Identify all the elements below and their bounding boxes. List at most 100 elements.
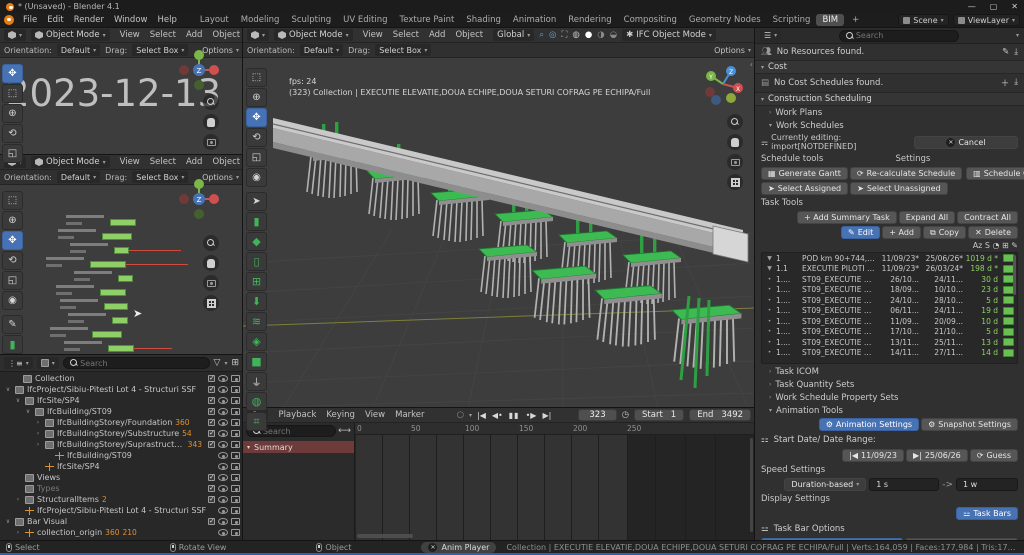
task-name[interactable]: ST09_EXECUTIE PIL... xyxy=(802,327,875,336)
delete-task-button[interactable]: ✕Delete xyxy=(968,226,1018,239)
pause-button[interactable]: ▮▮ xyxy=(509,411,520,420)
expand-arrow-icon[interactable]: ∨ xyxy=(24,408,32,415)
current-frame-field[interactable]: 323 xyxy=(578,409,616,421)
task-name[interactable]: ST09_EXECUTIE PIL... xyxy=(802,275,875,284)
task-icom-row[interactable]: ›Task ICOM xyxy=(755,365,1024,378)
task-row[interactable]: ▼ 1 POD km 90+744,L=320.... 11/09/23* 25… xyxy=(762,253,1017,264)
shading-material-icon[interactable]: ◑ xyxy=(597,30,604,40)
work-schedules-row[interactable]: ▾Work Schedules xyxy=(755,119,1024,132)
mode-dropdown[interactable]: Object Mode▾ xyxy=(31,156,110,168)
options-dropdown[interactable]: Options▾ xyxy=(714,46,751,55)
next-keyframe-button[interactable]: •▶ xyxy=(526,411,537,420)
summary-channel[interactable]: ▾Summary xyxy=(243,441,354,453)
task-name[interactable]: ST09_EXECUTIE PIL... xyxy=(802,306,875,315)
task-name[interactable]: ST09_EXECUTIE PIL... xyxy=(802,348,875,357)
selectability-checkbox-icon[interactable] xyxy=(208,397,215,404)
navigation-gizmo[interactable]: Z xyxy=(177,48,221,92)
hide-eye-icon[interactable] xyxy=(218,452,228,459)
workspace-tab[interactable]: Modeling xyxy=(235,14,286,26)
outliner-item-label[interactable]: Views xyxy=(37,473,60,482)
outliner-row[interactable]: Collection xyxy=(0,373,243,384)
task-bar-color-icon[interactable] xyxy=(1003,338,1014,346)
move-tool-icon[interactable]: ✥ xyxy=(2,64,23,83)
selectability-checkbox-icon[interactable] xyxy=(208,408,215,415)
speed-mode-dropdown[interactable]: Duration-based▾ xyxy=(784,478,866,491)
workspace-tab[interactable]: Shading xyxy=(460,14,507,26)
expand-arrow-icon[interactable]: › xyxy=(34,441,42,448)
bim-stair-tool-icon[interactable]: ◈ xyxy=(246,332,267,351)
orientation-value[interactable]: Default▾ xyxy=(300,44,343,56)
task-row[interactable]: • 1.... ST09_EXECUTIE PIL... 26/10... 24… xyxy=(762,274,1017,285)
viewport-menu-item[interactable]: Object xyxy=(207,156,243,168)
outliner-row[interactable]: IfcBuilding/ST09 xyxy=(0,450,243,461)
task-expand-icon[interactable]: • xyxy=(765,297,774,304)
task-expand-icon[interactable]: • xyxy=(765,349,774,356)
hide-eye-icon[interactable] xyxy=(218,518,228,525)
hide-eye-icon[interactable] xyxy=(218,529,228,536)
task-row[interactable]: • 1.... ST09_EXECUTIE PIL... 06/11... 24… xyxy=(762,306,1017,317)
hide-eye-icon[interactable] xyxy=(218,419,228,426)
select-assigned-button[interactable]: ➤Select Assigned xyxy=(761,182,848,195)
outliner-row[interactable]: ∨ Bar Visual xyxy=(0,516,243,527)
pan-icon[interactable] xyxy=(203,114,219,130)
grid-view-icon[interactable] xyxy=(727,174,743,190)
expand-arrow-icon[interactable]: › xyxy=(34,419,42,426)
outliner-row[interactable]: › IfcBuildingStorey/Substructure 54 xyxy=(0,428,243,439)
schedule-columns-button[interactable]: ▥Schedule Columns xyxy=(966,167,1024,180)
render-camera-icon[interactable] xyxy=(231,408,240,415)
selectability-checkbox-icon[interactable] xyxy=(208,441,215,448)
import-icon[interactable]: ⤓ xyxy=(1014,77,1018,89)
workspace-tab[interactable]: Compositing xyxy=(618,14,683,26)
bim-roof-tool-icon[interactable]: ■ xyxy=(246,352,267,371)
pan-icon[interactable] xyxy=(203,255,219,271)
task-row[interactable]: • 1.... ST09_EXECUTIE PIL... 11/09... 20… xyxy=(762,316,1017,327)
annotate-tool-icon[interactable]: ➤ xyxy=(246,192,267,211)
task-quantity-sets-row[interactable]: ›Task Quantity Sets xyxy=(755,378,1024,391)
ws-property-sets-row[interactable]: ›Work Schedule Property Sets xyxy=(755,391,1024,404)
stop-icon[interactable]: ✕ xyxy=(428,543,437,552)
camera-view-icon[interactable] xyxy=(203,134,219,150)
task-expand-icon[interactable]: • xyxy=(765,339,774,346)
task-row[interactable]: ▼ 1.1 EXECUTIE PILOTI 168 ... 11/09/23* … xyxy=(762,264,1017,275)
jump-to-start-button[interactable]: |◀ xyxy=(477,411,486,420)
viewport-menu-item[interactable]: Select xyxy=(388,29,424,41)
viewport-menu-item[interactable]: View xyxy=(115,29,145,41)
workspace-tab[interactable]: Sculpting xyxy=(285,14,337,26)
animation-settings-button[interactable]: ⚙Animation Settings xyxy=(819,418,919,431)
selectability-checkbox-icon[interactable] xyxy=(208,419,215,426)
close-button[interactable]: ✕ xyxy=(1011,2,1018,11)
bim-door-tool-icon[interactable]: ▯ xyxy=(246,252,267,271)
workspace-tab[interactable]: Layout xyxy=(194,14,235,26)
pan-icon[interactable] xyxy=(727,134,743,150)
viewlayer-selector[interactable]: ViewLayer▾ xyxy=(953,14,1020,26)
mode-dropdown[interactable]: Object Mode▾ xyxy=(31,29,110,41)
render-camera-icon[interactable] xyxy=(231,485,240,492)
viewport-menu-item[interactable]: Add xyxy=(181,156,207,168)
viewport-menu-item[interactable]: Object xyxy=(207,29,243,41)
outliner-row[interactable]: IfcProject/Sibiu-Pitesti Lot 4 - Structu… xyxy=(0,505,243,516)
task-list-scrollbar[interactable] xyxy=(1013,255,1016,295)
outliner-item-label[interactable]: IfcProject/Sibiu-Pitesti Lot 4 - Structu… xyxy=(37,506,206,515)
outliner-row[interactable]: ∨ IfcSite/SP4 xyxy=(0,395,243,406)
outliner-item-label[interactable]: Bar Visual xyxy=(27,517,67,526)
anim-player-indicator[interactable]: ✕Anim Player xyxy=(421,542,496,553)
bim-grid-tool-icon[interactable]: ⌗ xyxy=(246,412,267,431)
viewport-menu-item[interactable]: Select xyxy=(145,29,181,41)
outliner-item-label[interactable]: IfcBuilding/ST09 xyxy=(67,451,132,460)
speed-to-field[interactable]: 1 w xyxy=(956,478,1018,491)
recalculate-schedule-button[interactable]: ⟳Re-calculate Schedule xyxy=(850,167,962,180)
filter-expand-icon[interactable]: ⟷ xyxy=(338,426,351,436)
select-unassigned-button[interactable]: ➤Select Unassigned xyxy=(850,182,947,195)
menu-item[interactable]: Render xyxy=(69,14,109,26)
outliner-row[interactable]: › IfcBuildingStorey/Suprastructure 343 xyxy=(0,439,243,450)
expand-arrow-icon[interactable]: ∨ xyxy=(14,397,22,404)
outliner-row[interactable]: ∨ IfcProject/Sibiu-Pitesti Lot 4 - Struc… xyxy=(0,384,243,395)
snapshot-settings-button[interactable]: ⚙Snapshot Settings xyxy=(921,418,1018,431)
cursor-tool-icon[interactable]: ⊕ xyxy=(246,88,267,107)
viewport-menu-item[interactable]: View xyxy=(358,29,388,41)
add-workspace-button[interactable]: + xyxy=(846,14,865,26)
outliner-item-label[interactable]: Types xyxy=(37,484,60,493)
task-name[interactable]: ST09_EXECUTIE PIL... xyxy=(802,296,875,305)
navigation-gizmo[interactable]: Z Y X xyxy=(701,62,745,106)
task-bar-options-row[interactable]: ⚍ Task Bar Options xyxy=(755,521,1024,537)
